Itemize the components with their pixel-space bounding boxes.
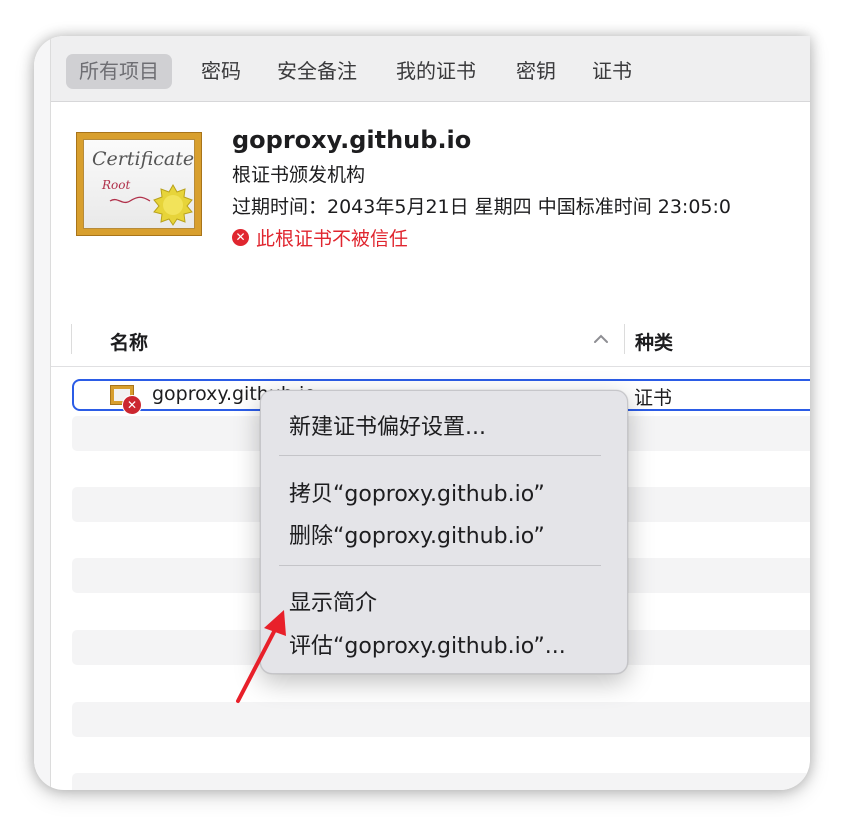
menu-item-delete[interactable]: 删除“goproxy.github.io”: [289, 518, 545, 550]
column-header-kind[interactable]: 种类: [635, 328, 673, 355]
certificate-icon: Certificate Root: [76, 132, 202, 236]
table-header: [51, 322, 810, 367]
empty-row: [72, 702, 810, 737]
column-separator: [71, 324, 72, 354]
certificate-icon: ✕: [110, 385, 142, 415]
seal-icon: [153, 184, 193, 226]
tab-keys[interactable]: 密钥: [503, 54, 569, 89]
certificate-title: goproxy.github.io: [232, 126, 472, 154]
certificate-kind: 根证书颁发机构: [232, 164, 366, 186]
empty-row: [72, 773, 810, 790]
menu-item-get-info[interactable]: 显示简介: [289, 585, 377, 617]
category-tabbar: 所有项目 密码 安全备注 我的证书 密钥 证书: [51, 36, 810, 102]
trust-warning: ✕ 此根证书不被信任: [232, 224, 408, 251]
row-kind: 证书: [634, 387, 673, 409]
column-separator[interactable]: [624, 324, 625, 354]
sidebar-edge: [34, 36, 51, 790]
error-icon: ✕: [122, 395, 142, 415]
tab-my-certificates[interactable]: 我的证书: [383, 54, 489, 89]
menu-item-copy[interactable]: 拷贝“goproxy.github.io”: [289, 476, 545, 508]
menu-item-evaluate[interactable]: 评估“goproxy.github.io”...: [289, 628, 566, 660]
certificate-expiry: 过期时间：2043年5月21日 星期四 中国标准时间 23:05:0: [232, 196, 731, 218]
tab-secure-notes[interactable]: 安全备注: [264, 54, 370, 89]
column-header-name[interactable]: 名称: [110, 328, 148, 355]
tab-all-items[interactable]: 所有项目: [66, 54, 172, 89]
trust-warning-text: 此根证书不被信任: [256, 228, 409, 250]
swirl-ornament-icon: [109, 196, 151, 204]
red-arrow-annotation: [236, 610, 286, 703]
menu-item-new-cert-preference[interactable]: 新建证书偏好设置...: [289, 409, 486, 441]
menu-separator: [279, 455, 601, 456]
context-menu: 新建证书偏好设置... 拷贝“goproxy.github.io” 删除“gop…: [260, 390, 628, 674]
certificate-icon-subtext: Root: [102, 178, 131, 192]
tab-certificates[interactable]: 证书: [579, 54, 645, 89]
certificate-icon-text: Certificate: [92, 148, 195, 170]
chevron-up-icon[interactable]: [593, 334, 609, 344]
error-icon: ✕: [232, 229, 249, 246]
menu-separator: [279, 565, 601, 566]
tab-passwords[interactable]: 密码: [188, 54, 254, 89]
